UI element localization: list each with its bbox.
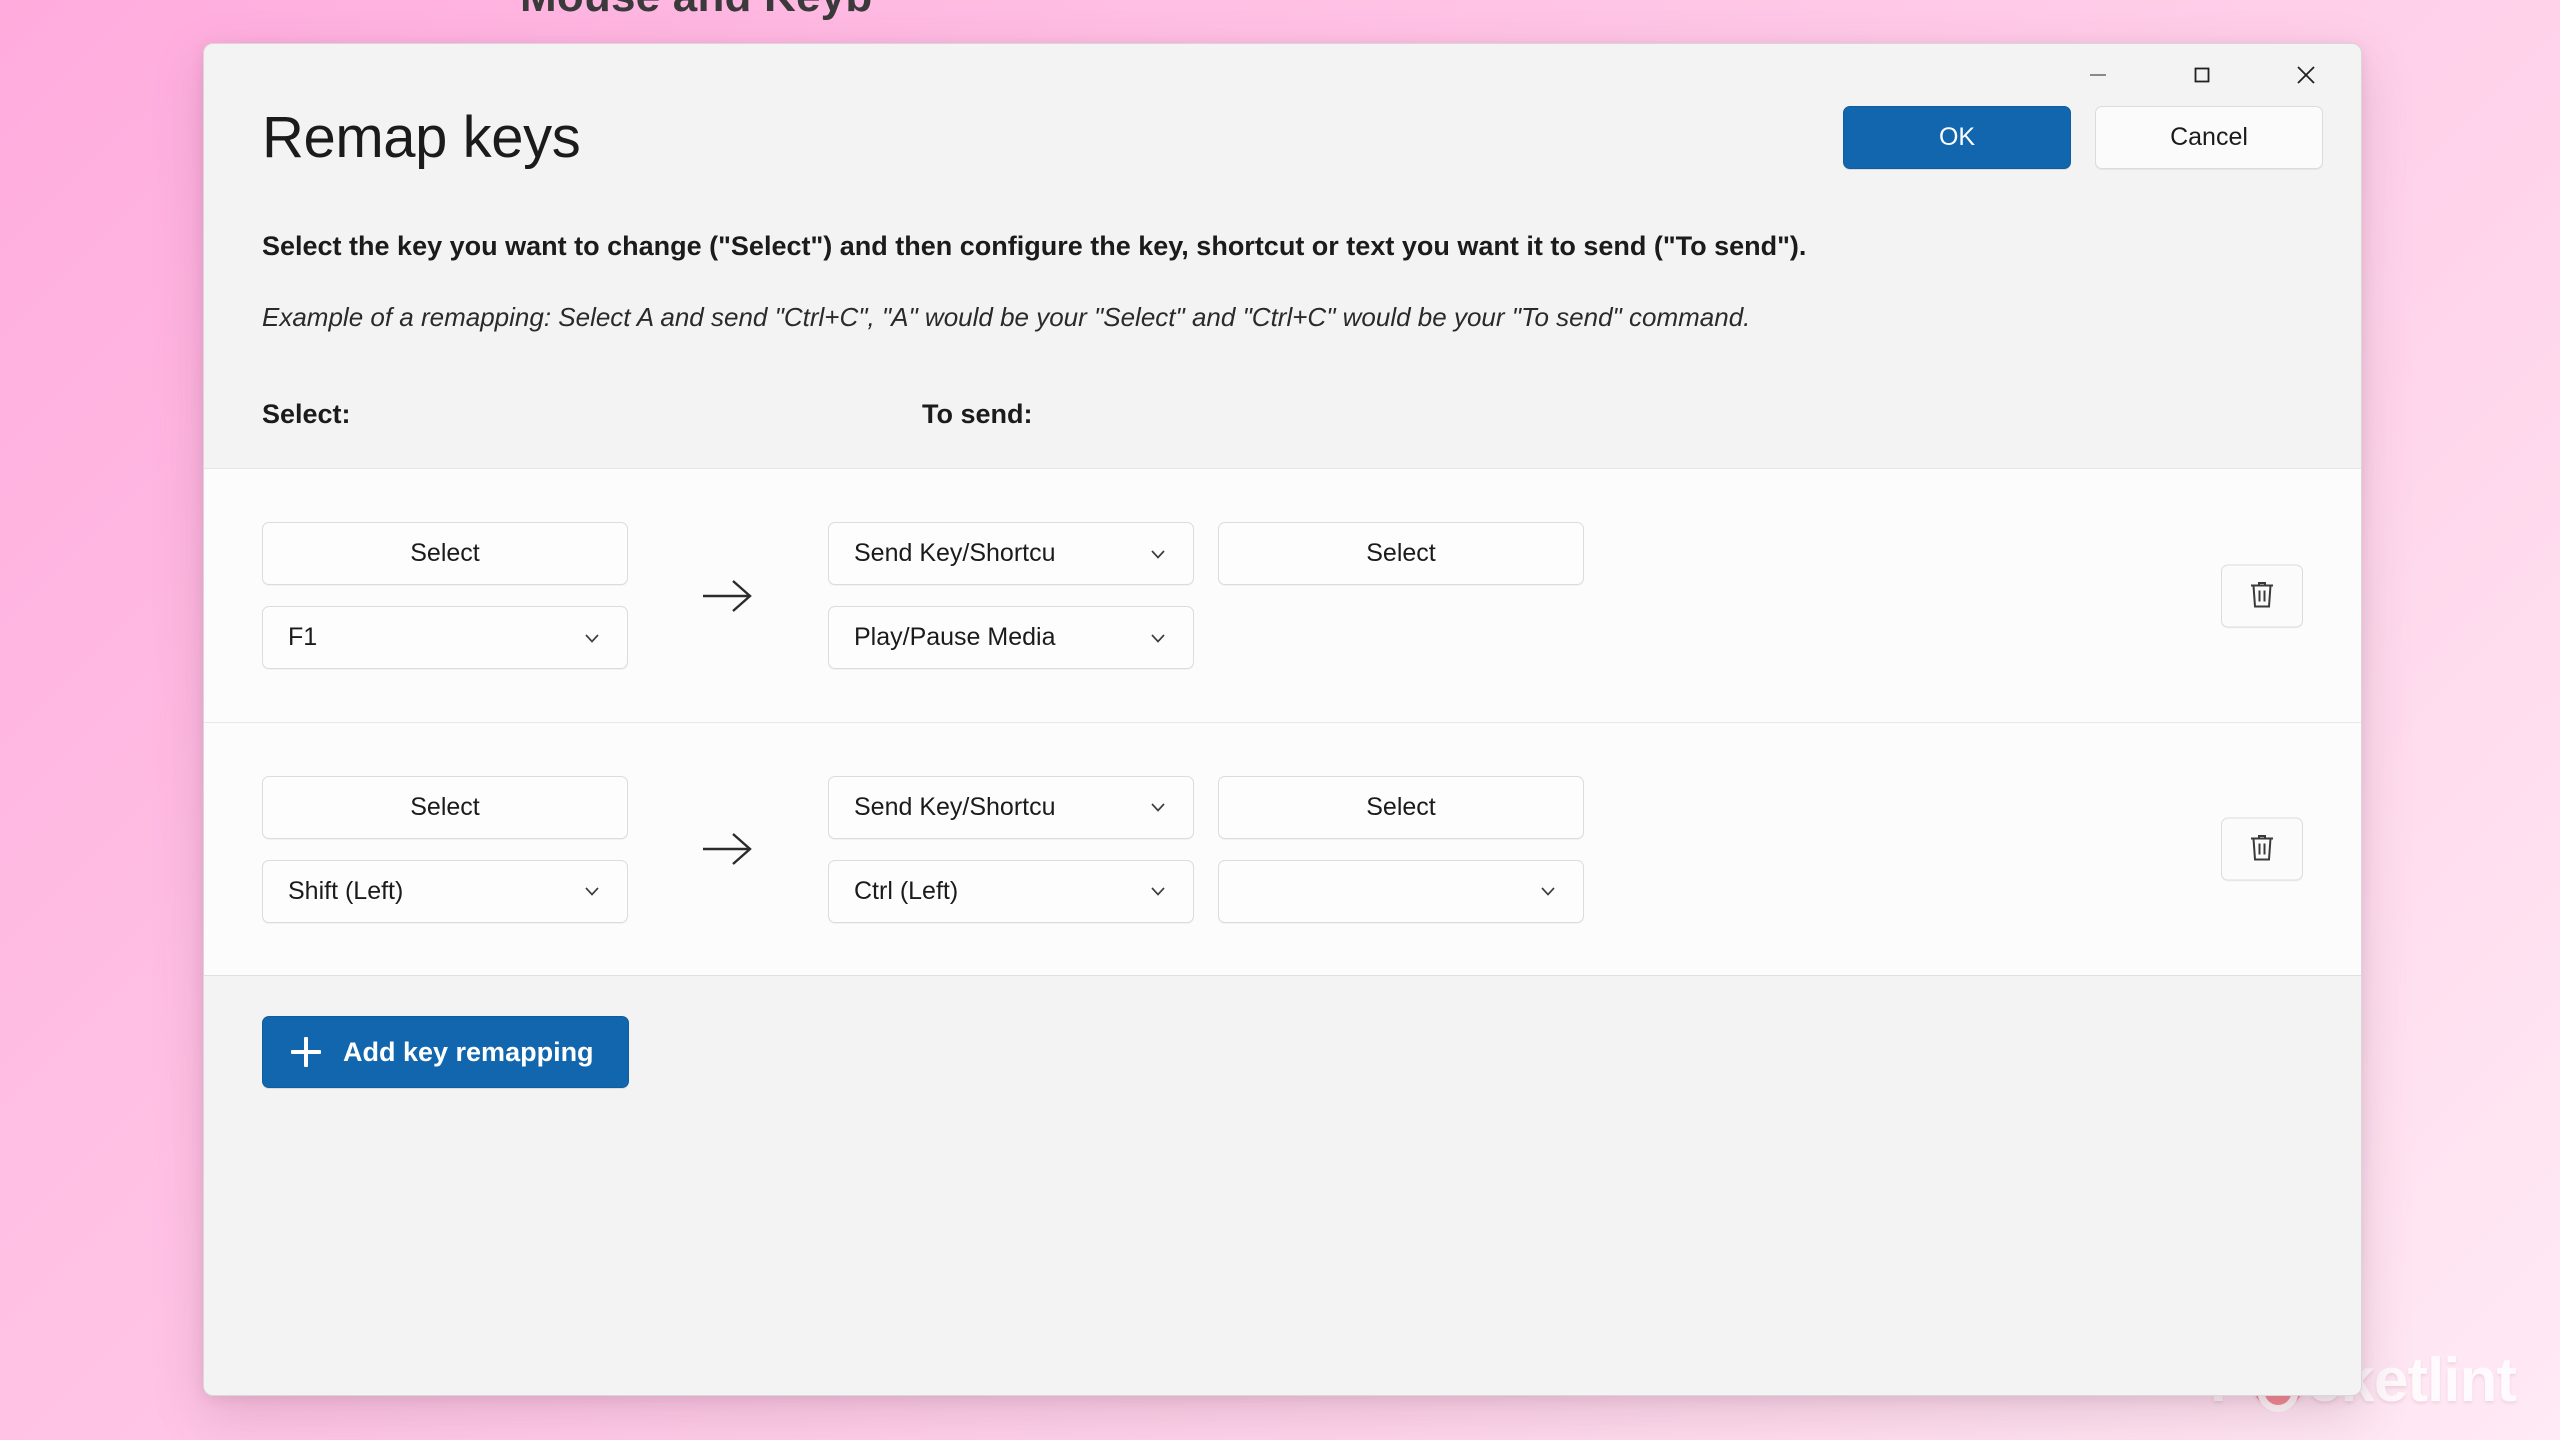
description-block: Select the key you want to change ("Sele… — [204, 228, 2361, 336]
row-1-select-key-combo[interactable]: Shift (Left) — [262, 859, 628, 923]
header-actions: OK Cancel — [1843, 106, 2323, 170]
chevron-down-icon — [1145, 878, 1171, 904]
arrow-right-icon — [703, 579, 752, 612]
row-1-send-key-combo[interactable]: Ctrl (Left) — [828, 859, 1194, 923]
row-1-send-type-group: Send Key/Shortcu Ctrl (Left) — [828, 775, 1194, 923]
remapping-rows: Select F1 Send Key/Shortcu Play/Pause Me… — [204, 468, 2361, 977]
chevron-down-icon — [579, 878, 605, 904]
row-1-send-key-second-combo[interactable] — [1218, 859, 1584, 923]
remap-keys-dialog: Remap keys OK Cancel Select the key you … — [203, 43, 2362, 1396]
row-0-send-key-combo[interactable]: Play/Pause Media — [828, 606, 1194, 670]
background-clipped-text: Mouse and Keyb — [520, 0, 872, 22]
select-column-label: Select: — [262, 399, 351, 430]
row-1-delete-button[interactable] — [2221, 817, 2303, 881]
description-main: Select the key you want to change ("Sele… — [262, 230, 1807, 261]
maximize-button[interactable] — [2165, 44, 2239, 106]
row-1-to-send-block: Send Key/Shortcu Ctrl (Left) Select — [828, 775, 1584, 923]
row-0-send-type-combo[interactable]: Send Key/Shortcu — [828, 522, 1194, 586]
row-1-send-select-group: Select — [1218, 775, 1584, 923]
arrow-right-icon — [703, 833, 752, 866]
select-cell-group: Select F1 — [262, 522, 628, 670]
dialog-header: Remap keys OK Cancel — [204, 106, 2361, 170]
maximize-icon — [2189, 62, 2215, 88]
row-1-send-type-value: Send Key/Shortcu — [854, 792, 1056, 821]
chevron-down-icon — [579, 625, 605, 651]
add-key-remapping-button[interactable]: Add key remapping — [262, 1016, 629, 1089]
row-0-send-type-value: Send Key/Shortcu — [854, 539, 1056, 568]
chevron-down-icon — [1145, 794, 1171, 820]
row-1-send-select-button[interactable]: Select — [1218, 775, 1584, 839]
row-1-select-button[interactable]: Select — [262, 775, 628, 839]
row-0-select-key-combo[interactable]: F1 — [262, 606, 628, 670]
trash-icon — [2247, 578, 2277, 613]
minimize-icon — [2085, 62, 2111, 88]
select-cell-group: Select Shift (Left) — [262, 775, 628, 923]
cancel-button[interactable]: Cancel — [2095, 106, 2323, 170]
row-0-send-select-group: Select — [1218, 522, 1584, 669]
plus-icon — [291, 1037, 321, 1068]
page-title: Remap keys — [262, 105, 581, 170]
description-example: Example of a remapping: Select A and sen… — [262, 302, 1751, 333]
close-button[interactable] — [2269, 44, 2343, 106]
row-0-select-button[interactable]: Select — [262, 522, 628, 586]
row-0-send-select-button[interactable]: Select — [1218, 522, 1584, 586]
row-1-send-type-combo[interactable]: Send Key/Shortcu — [828, 775, 1194, 839]
column-headers: Select: To send: — [204, 399, 2361, 441]
chevron-down-icon — [1145, 541, 1171, 567]
table-row: Select F1 Send Key/Shortcu Play/Pause Me… — [204, 469, 2361, 722]
row-0-delete-cell — [2221, 564, 2303, 628]
row-1-arrow — [628, 827, 828, 871]
table-row: Select Shift (Left) Send Key/Shortcu Ctr… — [204, 722, 2361, 975]
to-send-column-label: To send: — [922, 399, 1033, 430]
row-1-select-key-value: Shift (Left) — [288, 876, 404, 905]
chevron-down-icon — [1535, 878, 1561, 904]
row-0-arrow — [628, 574, 828, 618]
row-1-delete-cell — [2221, 817, 2303, 881]
close-icon — [2292, 61, 2320, 89]
trash-icon — [2247, 832, 2277, 867]
row-0-send-key-value: Play/Pause Media — [854, 623, 1056, 652]
minimize-button[interactable] — [2061, 44, 2135, 106]
row-0-to-send-block: Send Key/Shortcu Play/Pause Media Select — [828, 522, 1584, 670]
chevron-down-icon — [1145, 625, 1171, 651]
add-key-remapping-label: Add key remapping — [343, 1036, 594, 1067]
row-0-select-key-value: F1 — [288, 623, 318, 652]
add-area: Add key remapping — [204, 976, 2361, 1089]
ok-button[interactable]: OK — [1843, 106, 2071, 170]
row-1-send-key-value: Ctrl (Left) — [854, 876, 959, 905]
row-0-delete-button[interactable] — [2221, 564, 2303, 628]
row-0-send-type-group: Send Key/Shortcu Play/Pause Media — [828, 522, 1194, 670]
